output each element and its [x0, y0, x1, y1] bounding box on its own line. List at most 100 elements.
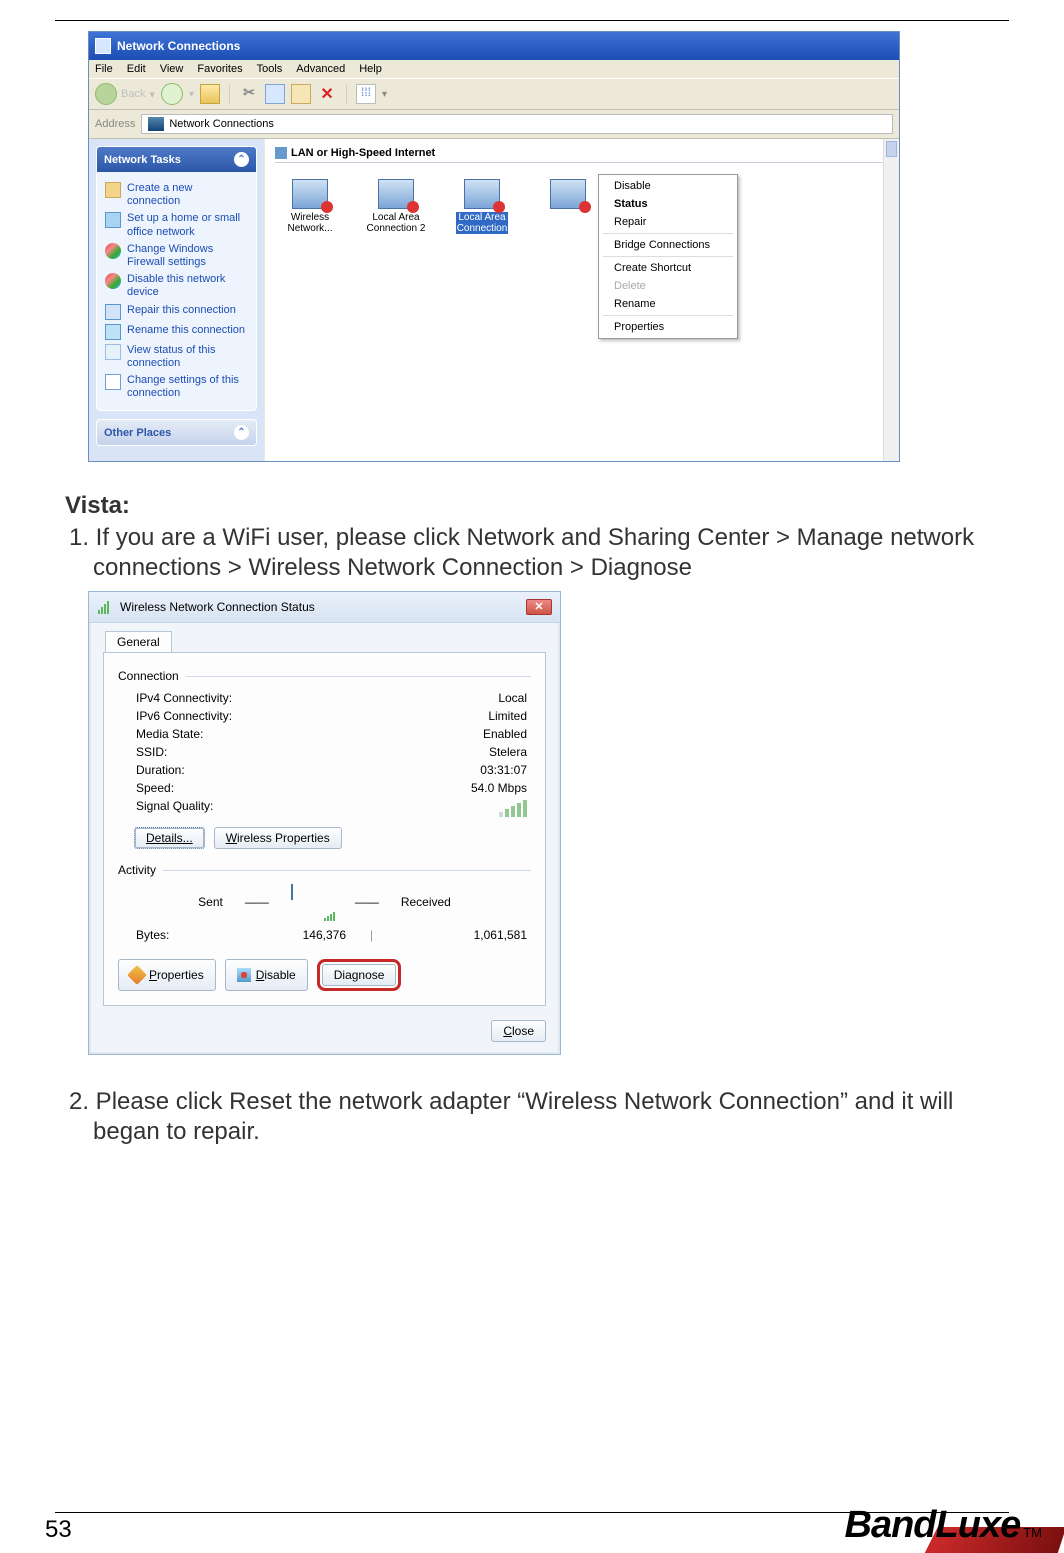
chevron-down-icon: ▾: [382, 89, 387, 100]
cut-button[interactable]: ✂: [239, 84, 259, 104]
ctx-repair[interactable]: Repair: [600, 213, 736, 231]
bytes-sent: 146,376: [216, 928, 346, 942]
properties-button[interactable]: Properties: [118, 959, 216, 991]
menu-advanced[interactable]: Advanced: [296, 63, 345, 75]
app-icon: [95, 38, 111, 54]
sent-label: Sent: [198, 895, 223, 909]
ctx-properties[interactable]: Properties: [600, 318, 736, 336]
row-ipv6: IPv6 Connectivity:Limited: [118, 707, 531, 725]
separator: [603, 256, 733, 257]
diagnose-button[interactable]: Diagnose: [322, 964, 397, 986]
paste-button[interactable]: [291, 84, 311, 104]
task-change-settings[interactable]: Change settings of this connection: [105, 374, 248, 400]
activity-row: Sent —— —— Received: [118, 885, 531, 919]
network-adapter-icon: [550, 179, 586, 209]
vista-wireless-status-dialog: Wireless Network Connection Status ✕ Gen…: [88, 591, 561, 1055]
up-folder-button[interactable]: [200, 84, 220, 104]
signal-bars-icon: [499, 799, 527, 817]
copy-button[interactable]: [265, 84, 285, 104]
forward-button[interactable]: [161, 83, 183, 105]
ctx-shortcut[interactable]: Create Shortcut: [600, 259, 736, 277]
menu-tools[interactable]: Tools: [257, 63, 283, 75]
ctx-status[interactable]: Status: [600, 195, 736, 213]
bytes-received: 1,061,581: [397, 928, 527, 942]
disable-icon: [237, 968, 251, 982]
tab-general[interactable]: General: [105, 631, 172, 652]
window-body: Network Tasks ⌃ Create a new connection …: [89, 139, 899, 461]
delete-button[interactable]: ✕: [317, 84, 337, 104]
network-tasks-header[interactable]: Network Tasks ⌃: [97, 147, 256, 172]
other-places-panel: Other Places ⌃: [96, 419, 257, 446]
separator: [603, 315, 733, 316]
diagnose-highlight: Diagnose: [317, 959, 402, 991]
lan-item-selected[interactable]: Local Area Connection: [451, 179, 513, 234]
home-network-icon: [105, 212, 121, 228]
firewall-icon: [105, 243, 121, 259]
doc-section: 2. Please click Reset the network adapte…: [55, 1087, 1009, 1147]
address-value: Network Connections: [169, 118, 274, 130]
task-create-connection[interactable]: Create a new connection: [105, 182, 248, 208]
ctx-bridge[interactable]: Bridge Connections: [600, 236, 736, 254]
menu-file[interactable]: File: [95, 63, 113, 75]
task-rename[interactable]: Rename this connection: [105, 324, 248, 340]
menu-edit[interactable]: Edit: [127, 63, 146, 75]
views-button[interactable]: ⁞⁞⁞: [356, 84, 376, 104]
extra-lan-item[interactable]: [537, 179, 599, 234]
vertical-scrollbar[interactable]: [883, 139, 899, 461]
separator: [346, 84, 347, 104]
network-places-icon: [148, 117, 164, 131]
address-bar: Address Network Connections: [89, 110, 899, 139]
back-button[interactable]: Back ▾: [95, 83, 155, 105]
address-input[interactable]: Network Connections: [141, 114, 893, 134]
ctx-disable[interactable]: Disable: [600, 177, 736, 195]
details-button[interactable]: Details...: [134, 827, 205, 849]
separator: [603, 233, 733, 234]
panel-title: Other Places: [104, 427, 171, 439]
repair-icon: [105, 304, 121, 320]
close-button-bottom[interactable]: Close: [491, 1020, 546, 1042]
general-panel: Connection IPv4 Connectivity:Local IPv6 …: [103, 652, 546, 1006]
activity-group: Activity: [118, 863, 531, 877]
trademark-symbol: TM: [1023, 1525, 1042, 1540]
row-speed: Speed:54.0 Mbps: [118, 779, 531, 797]
network-adapter-icon: [464, 179, 500, 209]
task-repair[interactable]: Repair this connection: [105, 304, 248, 320]
brand-name: BandLuxe: [845, 1504, 1021, 1547]
disable-button[interactable]: Disable: [225, 959, 308, 991]
bytes-divider: |: [346, 928, 397, 942]
chevron-down-icon: ▾: [189, 89, 194, 100]
step-1: 1. If you are a WiFi user, please click …: [79, 523, 1009, 583]
separator: [229, 84, 230, 104]
signal-icon: [97, 599, 113, 615]
context-menu: Disable Status Repair Bridge Connections…: [598, 174, 738, 339]
menu-help[interactable]: Help: [359, 63, 382, 75]
task-view-status[interactable]: View status of this connection: [105, 344, 248, 370]
menu-view[interactable]: View: [160, 63, 184, 75]
collapse-icon[interactable]: ⌃: [234, 152, 249, 167]
dialog-body: General Connection IPv4 Connectivity:Loc…: [89, 623, 560, 1054]
new-connection-icon: [105, 182, 121, 198]
ctx-rename[interactable]: Rename: [600, 295, 736, 313]
task-setup-network[interactable]: Set up a home or small office network: [105, 212, 248, 238]
row-ipv4: IPv4 Connectivity:Local: [118, 689, 531, 707]
close-row: Close: [103, 1020, 546, 1042]
lan2-item[interactable]: Local Area Connection 2: [365, 179, 427, 234]
menu-bar: File Edit View Favorites Tools Advanced …: [89, 60, 899, 78]
rename-icon: [105, 324, 121, 340]
task-disable-device[interactable]: Disable this network device: [105, 273, 248, 299]
collapse-icon[interactable]: ⌃: [234, 425, 249, 440]
settings-icon: [105, 374, 121, 390]
wireless-network-item[interactable]: Wireless Network...: [279, 179, 341, 234]
item-label: Local Area Connection: [456, 212, 509, 234]
menu-favorites[interactable]: Favorites: [197, 63, 242, 75]
status-icon: [105, 344, 121, 360]
task-firewall[interactable]: Change Windows Firewall settings: [105, 243, 248, 269]
network-tasks-panel: Network Tasks ⌃ Create a new connection …: [96, 146, 257, 411]
dialog-titlebar[interactable]: Wireless Network Connection Status ✕: [89, 592, 560, 623]
xp-titlebar[interactable]: Network Connections: [89, 32, 899, 60]
row-media: Media State:Enabled: [118, 725, 531, 743]
other-places-header[interactable]: Other Places ⌃: [97, 420, 256, 445]
wireless-properties-button[interactable]: Wireless Properties: [214, 827, 342, 849]
bytes-row: Bytes: 146,376 | 1,061,581: [118, 925, 531, 945]
close-button[interactable]: ✕: [526, 599, 552, 615]
